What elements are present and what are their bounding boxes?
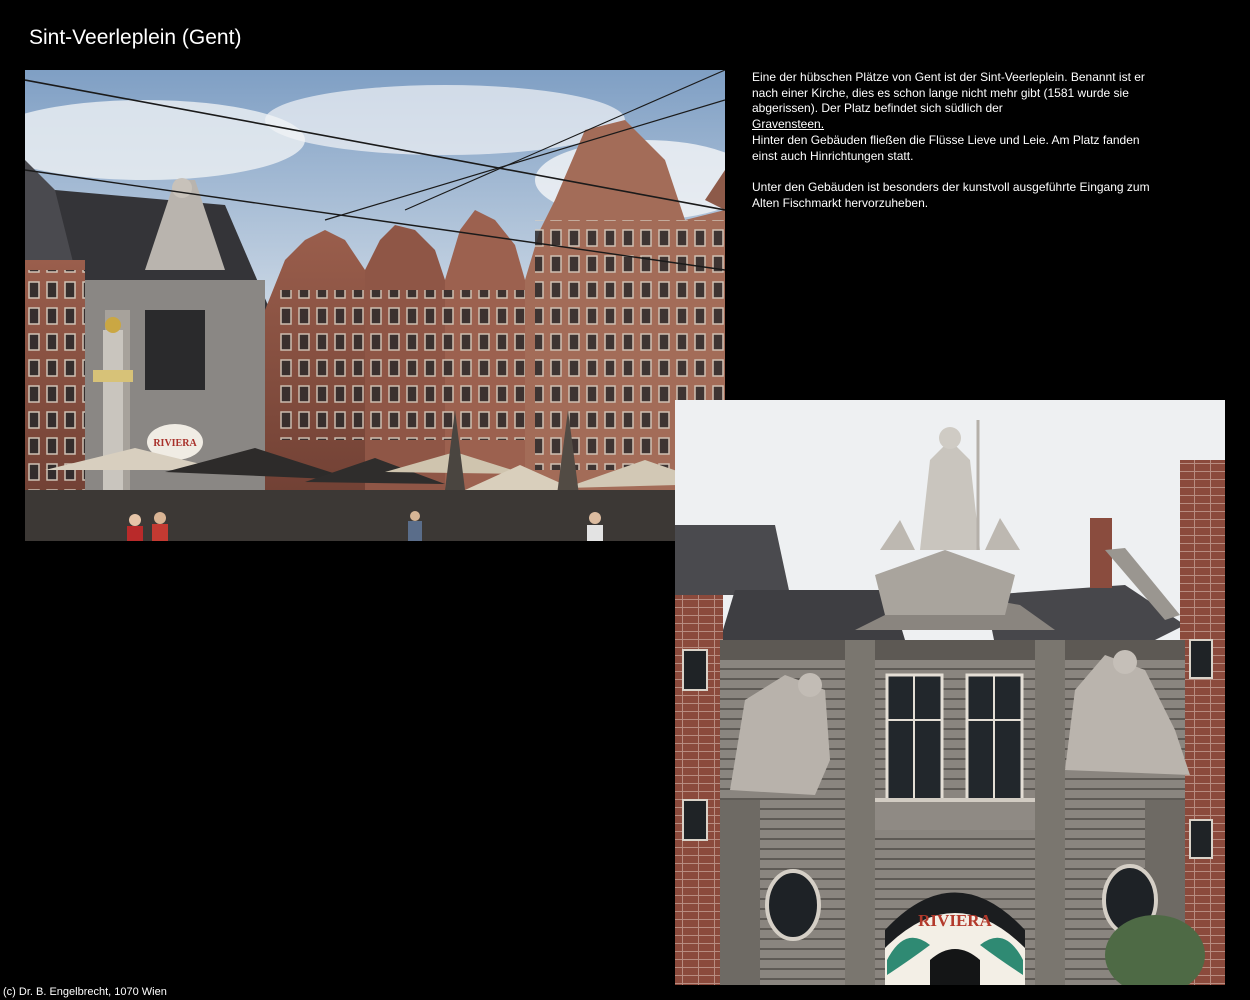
description-paragraph-2: Hinter den Gebäuden fließen die Flüsse L… [752, 132, 1140, 163]
description-paragraph-1: Eine der hübschen Plätze von Gent ist de… [752, 70, 1152, 133]
description-intro: Eine der hübschen Plätze von Gent ist de… [752, 70, 1145, 116]
gravensteen-link[interactable]: Gravensteen. [752, 117, 824, 131]
copyright-notice: (c) Dr. B. Engelbrecht, 1070 Wien [3, 986, 167, 998]
entrance-photo-image: RIVIERA [675, 400, 1225, 985]
page-title: Sint-Veerleplein (Gent) [29, 26, 242, 49]
description-paragraph-3: Unter den Gebäuden ist besonders der kun… [752, 179, 1150, 210]
entrance-photo[interactable]: RIVIERA [675, 400, 1225, 985]
square-photo-image: RIVIERA [25, 70, 725, 541]
square-sign: RIVIERA [153, 438, 197, 449]
square-photo[interactable]: RIVIERA [25, 70, 725, 541]
description-text: Eine der hübschen Plätze von Gent ist de… [752, 70, 1152, 211]
entrance-sign: RIVIERA [918, 911, 992, 930]
